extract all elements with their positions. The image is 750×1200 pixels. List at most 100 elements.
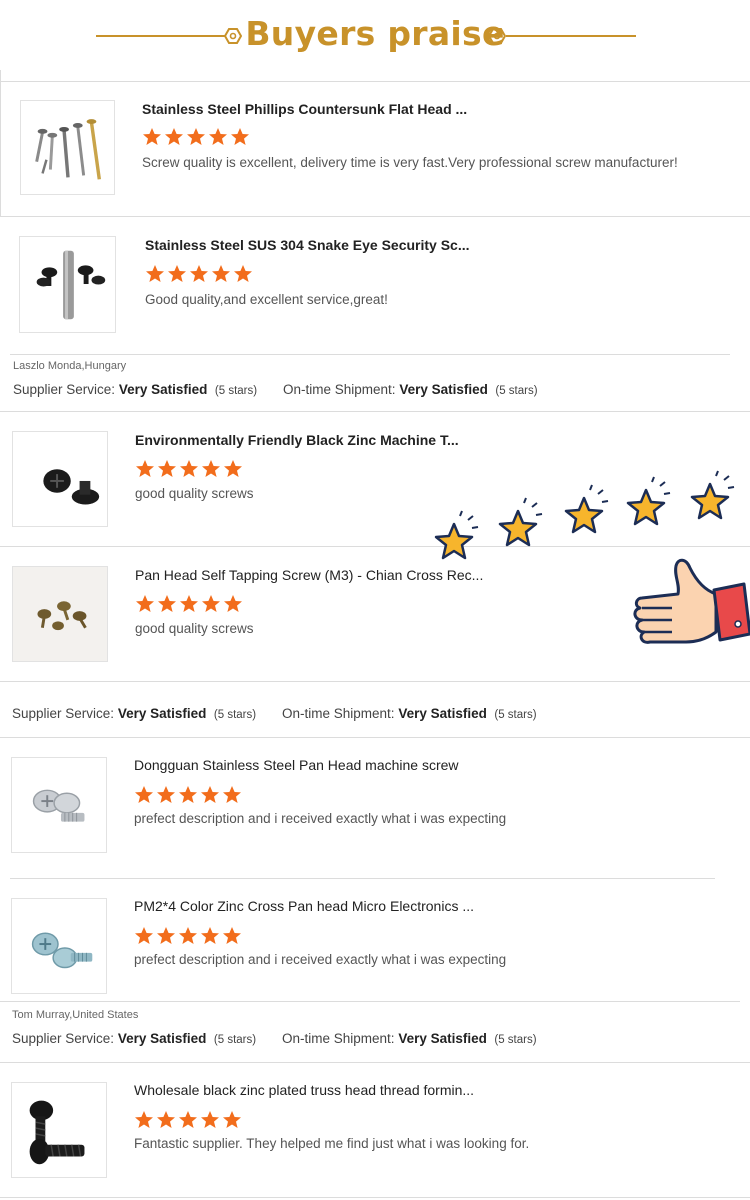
black-machine-screw-image xyxy=(43,469,100,505)
review-comment: Screw quality is excellent, delivery tim… xyxy=(142,155,678,170)
divider xyxy=(10,354,730,355)
shipment-count: (5 stars) xyxy=(494,1034,537,1046)
hex-ornament-right-icon xyxy=(488,28,506,44)
supplier-service-count: (5 stars) xyxy=(213,709,257,721)
shipment-count: (5 stars) xyxy=(495,385,538,397)
review-comment: prefect description and i received exact… xyxy=(134,811,507,826)
rating-star-icon xyxy=(168,265,186,282)
rating-star-icon xyxy=(223,927,241,944)
supplier-service-rating: Supplier Service: Very Satisfied (5 star… xyxy=(13,382,257,397)
supplier-service-rating: Supplier Service: Very Satisfied (5 star… xyxy=(12,1031,256,1046)
divider xyxy=(0,1062,750,1063)
review-rating-stars xyxy=(135,459,243,479)
decorative-star-icon xyxy=(690,470,735,520)
shipment-rating: On-time Shipment: Very Satisfied (5 star… xyxy=(282,1031,537,1046)
reviewer-name: Laszlo Monda,Hungary xyxy=(13,360,127,372)
divider xyxy=(0,546,750,547)
divider xyxy=(0,1001,740,1002)
black-truss-screw-image xyxy=(29,1100,85,1165)
rating-star-icon xyxy=(187,128,205,145)
rating-star-icon xyxy=(209,128,227,145)
supplier-service-value: Very Satisfied xyxy=(117,1031,207,1046)
rating-star-icon xyxy=(136,595,154,612)
shipment-rating: On-time Shipment: Very Satisfied (5 star… xyxy=(282,706,537,721)
rating-star-icon xyxy=(136,460,154,477)
rating-star-icon xyxy=(231,128,249,145)
rating-star-icon xyxy=(224,460,242,477)
product-image[interactable] xyxy=(19,236,116,333)
supplier-service-label: Supplier Service: xyxy=(12,706,115,721)
divider xyxy=(0,70,1,216)
review-rating-stars xyxy=(134,785,242,805)
shipment-label: On-time Shipment: xyxy=(282,706,395,721)
security-screw-bit-image xyxy=(36,250,106,320)
review-comment: Good quality,and excellent service,great… xyxy=(145,292,388,307)
review-rating-stars xyxy=(145,264,253,284)
review-comment: good quality screws xyxy=(135,486,254,501)
shipment-rating: On-time Shipment: Very Satisfied (5 star… xyxy=(283,382,538,397)
thumbs-up-icon xyxy=(633,558,750,644)
divider xyxy=(0,681,750,682)
supplier-service-rating: Supplier Service: Very Satisfied (5 star… xyxy=(12,706,256,721)
rating-star-icon xyxy=(135,927,153,944)
rating-star-icon xyxy=(146,265,164,282)
shipment-label: On-time Shipment: xyxy=(282,1031,395,1046)
review-product-title[interactable]: Stainless Steel SUS 304 Snake Eye Securi… xyxy=(145,237,470,253)
product-image[interactable] xyxy=(20,100,115,195)
rating-star-icon xyxy=(180,460,198,477)
supplier-service-value: Very Satisfied xyxy=(117,706,207,721)
review-product-title[interactable]: Dongguan Stainless Steel Pan Head machin… xyxy=(134,757,459,773)
decorative-star-icon xyxy=(564,484,609,534)
shipment-label: On-time Shipment: xyxy=(283,382,396,397)
screw-assortment-image xyxy=(35,119,102,180)
rating-star-icon xyxy=(179,927,197,944)
shipment-value: Very Satisfied xyxy=(398,1031,487,1046)
product-image[interactable] xyxy=(11,757,107,853)
divider xyxy=(0,81,750,82)
product-image[interactable] xyxy=(12,566,108,662)
rating-star-icon xyxy=(179,786,197,803)
supplier-service-value: Very Satisfied xyxy=(118,382,208,397)
review-product-title[interactable]: Wholesale black zinc plated truss head t… xyxy=(134,1082,474,1098)
reviewer-name: Tom Murray,United States xyxy=(12,1009,139,1021)
rating-star-icon xyxy=(223,1111,241,1128)
supplier-service-label: Supplier Service: xyxy=(12,1031,115,1046)
header-line-right xyxy=(506,35,636,37)
decorative-star-icon xyxy=(434,510,479,560)
shipment-value: Very Satisfied xyxy=(399,382,488,397)
decorative-star-icon xyxy=(498,497,543,547)
divider xyxy=(10,878,715,879)
rating-star-icon xyxy=(190,265,208,282)
shipment-value: Very Satisfied xyxy=(398,706,487,721)
review-rating-stars xyxy=(134,1110,242,1130)
divider xyxy=(0,737,750,738)
product-image[interactable] xyxy=(11,898,107,994)
divider xyxy=(0,411,750,412)
supplier-service-label: Supplier Service: xyxy=(13,382,116,397)
rating-star-icon xyxy=(157,786,175,803)
supplier-service-count: (5 stars) xyxy=(213,1034,257,1046)
review-rating-stars xyxy=(135,594,243,614)
rating-star-icon xyxy=(234,265,252,282)
rating-star-icon xyxy=(158,595,176,612)
supplier-service-count: (5 stars) xyxy=(214,385,258,397)
rating-star-icon xyxy=(165,128,183,145)
stainless-pan-head-image xyxy=(32,789,85,822)
divider xyxy=(0,216,750,217)
rating-star-icon xyxy=(180,595,198,612)
review-product-title[interactable]: PM2*4 Color Zinc Cross Pan head Micro El… xyxy=(134,898,474,914)
review-product-title[interactable]: Stainless Steel Phillips Countersunk Fla… xyxy=(142,101,467,117)
rating-star-icon xyxy=(201,1111,219,1128)
rating-star-icon xyxy=(202,460,220,477)
rating-star-icon xyxy=(135,1111,153,1128)
review-product-title[interactable]: Environmentally Friendly Black Zinc Mach… xyxy=(135,432,459,448)
rating-star-icon xyxy=(202,595,220,612)
rating-star-icon xyxy=(158,460,176,477)
product-image[interactable] xyxy=(11,1082,107,1178)
bronze-tapping-screw-image xyxy=(13,567,107,661)
review-comment: Fantastic supplier. They helped me find … xyxy=(134,1136,530,1151)
rating-star-icon xyxy=(157,927,175,944)
rating-star-icon xyxy=(224,595,242,612)
product-image[interactable] xyxy=(12,431,108,527)
review-rating-stars xyxy=(142,127,250,147)
